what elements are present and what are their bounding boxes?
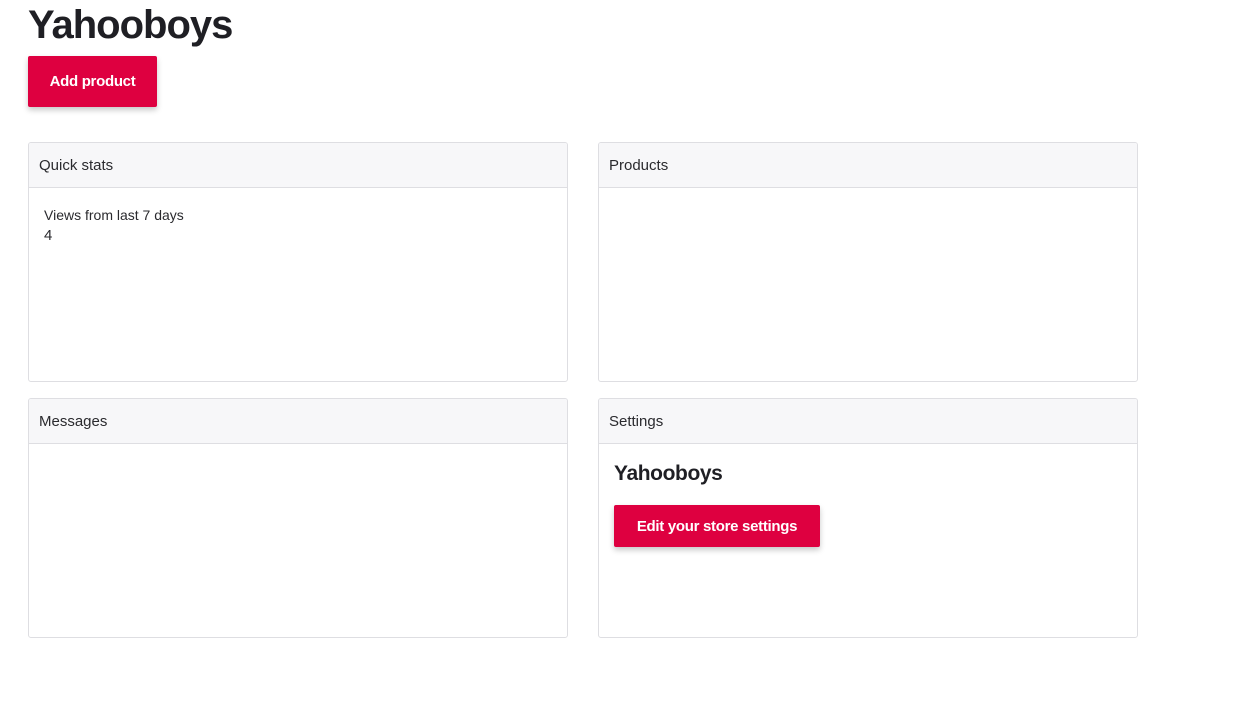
- messages-header: Messages: [29, 399, 567, 444]
- settings-card: Settings Yahooboys Edit your store setti…: [598, 398, 1138, 638]
- add-product-button[interactable]: Add product: [28, 56, 157, 107]
- quick-stats-header: Quick stats: [29, 143, 567, 188]
- views-label: Views from last 7 days: [44, 207, 184, 223]
- messages-title: Messages: [39, 412, 108, 430]
- products-body: [599, 188, 1137, 222]
- edit-store-settings-button[interactable]: Edit your store settings: [614, 505, 820, 547]
- dashboard-page: Yahooboys Add product Quick stats Views …: [0, 0, 1245, 713]
- quick-stats-card: Quick stats Views from last 7 days 4: [28, 142, 568, 382]
- page-title: Yahooboys: [28, 3, 233, 47]
- messages-body: [29, 444, 567, 478]
- views-value: 4: [44, 227, 53, 244]
- quick-stats-title: Quick stats: [39, 156, 114, 174]
- quick-stats-body: Views from last 7 days 4: [29, 188, 567, 264]
- settings-header: Settings: [599, 399, 1137, 444]
- products-title: Products: [609, 156, 669, 174]
- products-card: Products: [598, 142, 1138, 382]
- settings-body: Yahooboys Edit your store settings: [599, 444, 1137, 563]
- settings-title: Settings: [609, 412, 664, 430]
- products-header: Products: [599, 143, 1137, 188]
- settings-store-name: Yahooboys: [614, 462, 723, 485]
- messages-card: Messages: [28, 398, 568, 638]
